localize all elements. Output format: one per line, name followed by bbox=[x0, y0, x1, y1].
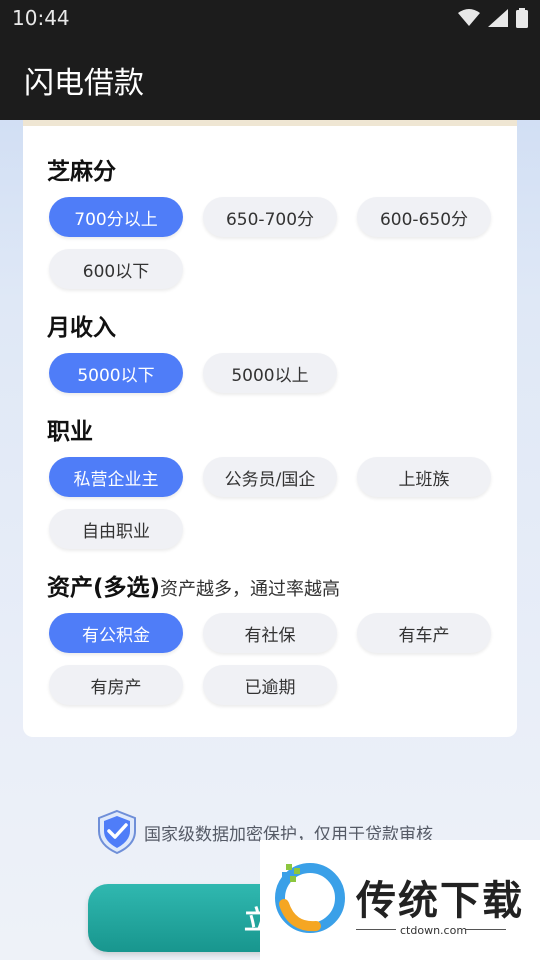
status-bar: 10:44 bbox=[0, 0, 540, 36]
chip-assets-house[interactable]: 有房产 bbox=[49, 665, 183, 705]
chip-occupation-civil-servant[interactable]: 公务员/国企 bbox=[203, 457, 337, 497]
battery-icon bbox=[516, 8, 528, 28]
assets-subtitle: 资产越多，通过率越高 bbox=[160, 579, 341, 600]
shield-check-icon bbox=[98, 809, 136, 855]
section-title-income: 月收入 bbox=[47, 315, 116, 341]
chip-occupation-business-owner[interactable]: 私营企业主 bbox=[49, 457, 183, 497]
watermark-line-right bbox=[466, 929, 506, 930]
watermark-brand: 传统下载 bbox=[356, 878, 524, 924]
app-title: 闪电借款 bbox=[24, 66, 144, 101]
chip-occupation-office-worker[interactable]: 上班族 bbox=[357, 457, 491, 497]
section-title-occupation: 职业 bbox=[47, 419, 93, 445]
section-title-sesame: 芝麻分 bbox=[47, 159, 116, 185]
watermark-line-left bbox=[356, 929, 396, 930]
chip-assets-car[interactable]: 有车产 bbox=[357, 613, 491, 653]
chip-occupation-freelance[interactable]: 自由职业 bbox=[49, 509, 183, 549]
watermark-url: ctdown.com bbox=[400, 924, 468, 937]
chip-assets-social-security[interactable]: 有社保 bbox=[203, 613, 337, 653]
watermark: 传统下载 ctdown.com bbox=[260, 840, 540, 960]
chip-assets-overdue[interactable]: 已逾期 bbox=[203, 665, 337, 705]
chip-assets-housing-fund[interactable]: 有公积金 bbox=[49, 613, 183, 653]
app-bar: 闪电借款 bbox=[0, 36, 540, 120]
chip-sesame-below-600[interactable]: 600以下 bbox=[49, 249, 183, 289]
chip-sesame-650-700[interactable]: 650-700分 bbox=[203, 197, 337, 237]
status-time: 10:44 bbox=[12, 6, 70, 30]
wifi-icon bbox=[458, 9, 480, 26]
chip-sesame-700-plus[interactable]: 700分以上 bbox=[49, 197, 183, 237]
chip-income-above-5000[interactable]: 5000以上 bbox=[203, 353, 337, 393]
signal-icon bbox=[488, 9, 508, 27]
chip-income-below-5000[interactable]: 5000以下 bbox=[49, 353, 183, 393]
filter-card: 芝麻分 700分以上 650-700分 600-650分 600以下 月收入 5… bbox=[23, 126, 517, 737]
status-icons bbox=[458, 8, 528, 28]
section-title-assets: 资产(多选)资产越多，通过率越高 bbox=[47, 568, 340, 602]
chip-sesame-600-650[interactable]: 600-650分 bbox=[357, 197, 491, 237]
watermark-logo-icon bbox=[275, 863, 345, 933]
assets-title-text: 资产(多选) bbox=[47, 575, 161, 601]
